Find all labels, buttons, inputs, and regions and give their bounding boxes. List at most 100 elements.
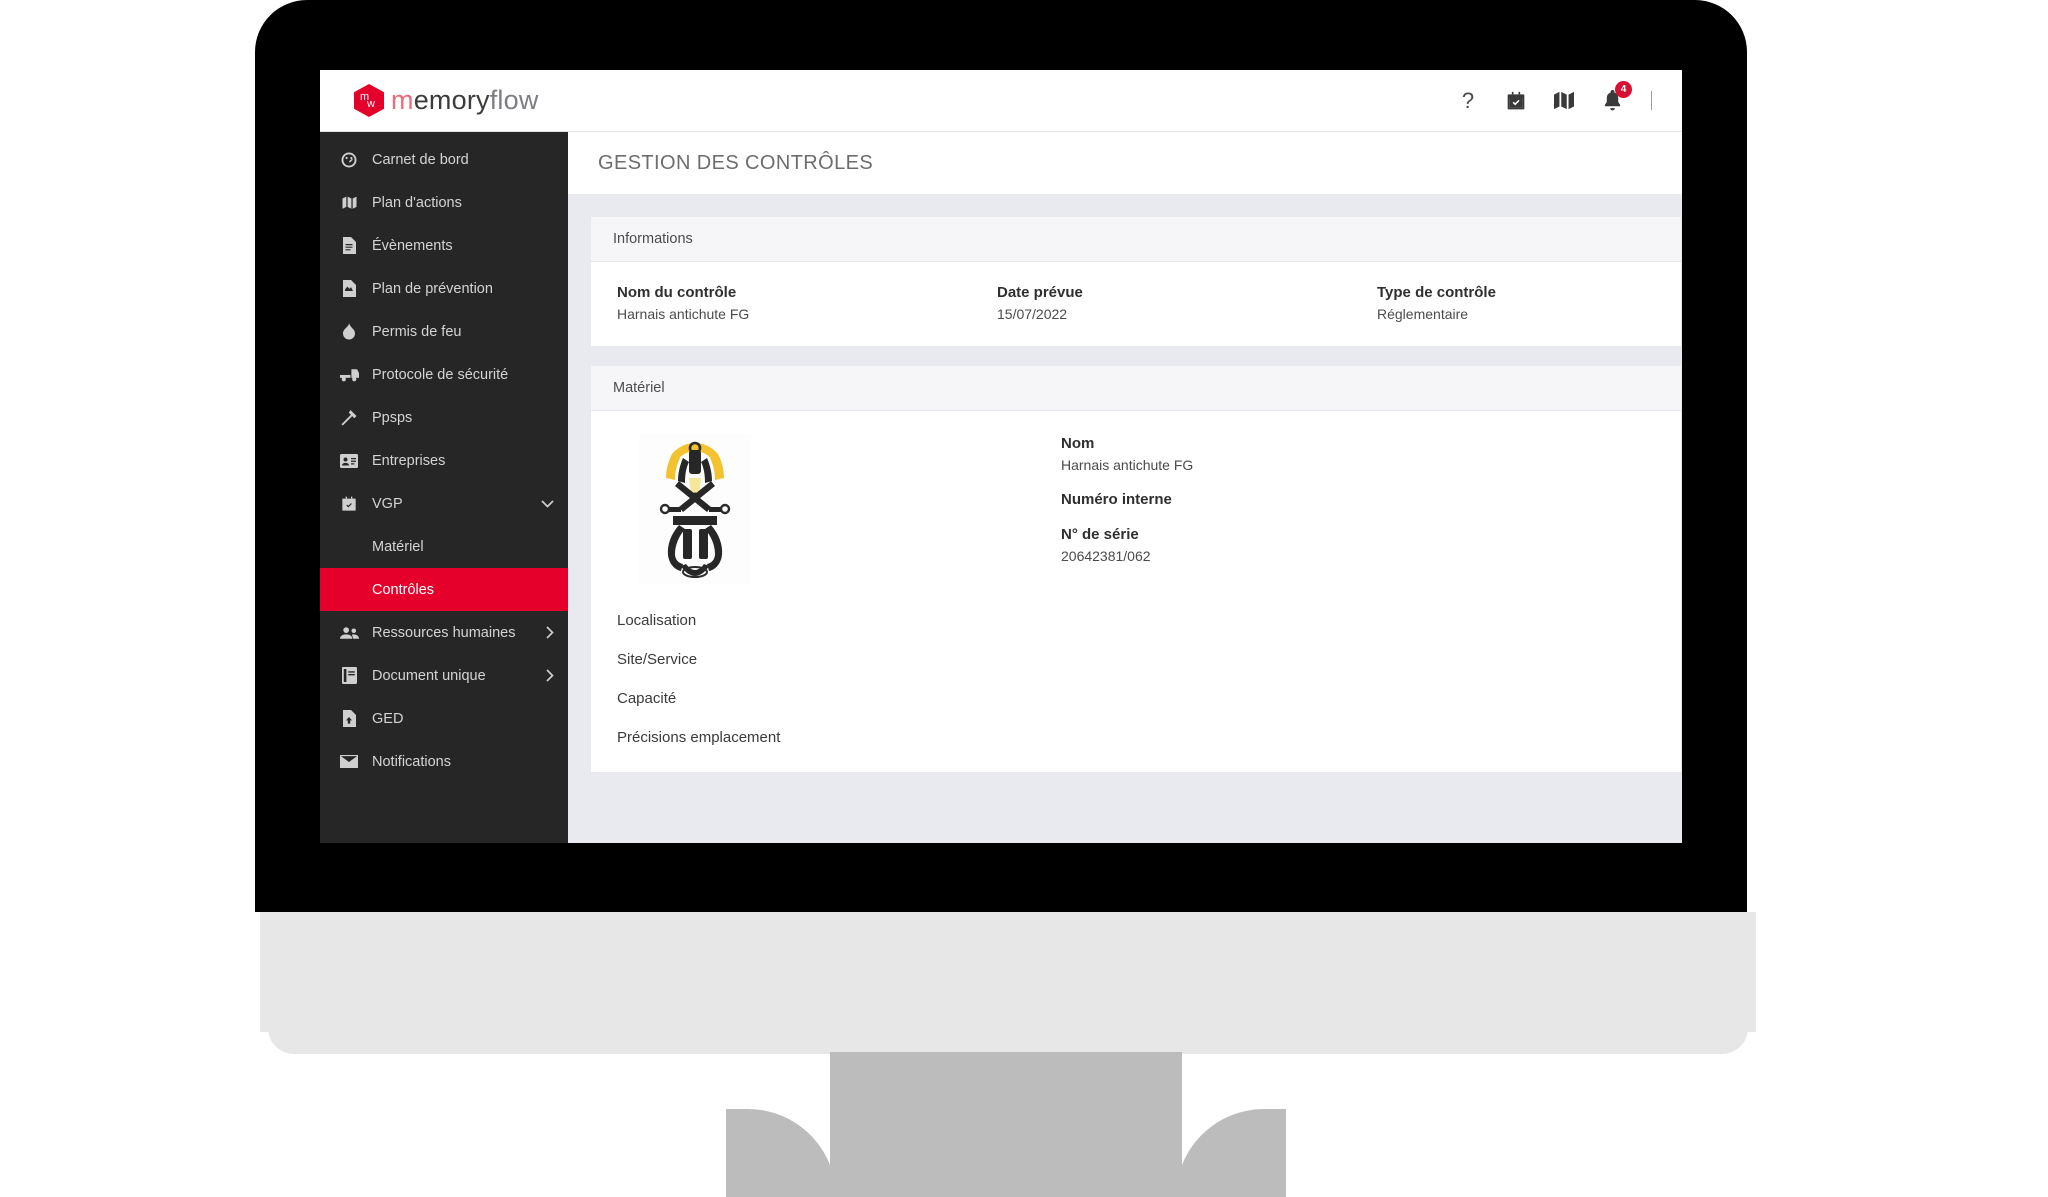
sidebar-item-label: Permis de feu [372, 323, 462, 340]
sidebar-item-label: Évènements [372, 237, 453, 254]
materiel-label-capacite: Capacité [617, 690, 677, 707]
sidebar-item-label: Entreprises [372, 452, 446, 469]
bell-icon[interactable]: 4 [1601, 80, 1632, 113]
users-icon [338, 626, 360, 640]
sidebar-item-label: Ppsps [372, 409, 413, 426]
sidebar-item-label: Carnet de bord [372, 151, 469, 168]
sidebar-item-label: Ressources humaines [372, 624, 516, 641]
map-icon [338, 196, 360, 210]
chevron-right-icon[interactable] [546, 626, 554, 639]
help-icon-glyph: ? [1461, 87, 1475, 113]
sidebar-item-label: Plan de prévention [372, 280, 493, 297]
truck-icon [338, 367, 360, 382]
sidebar-item-ged[interactable]: GED [320, 697, 568, 740]
book-icon [338, 667, 360, 684]
calendar-check-icon[interactable] [1505, 89, 1527, 113]
monitor-stand-foot [744, 1175, 1268, 1197]
materiel-label-precisions-emplacement: Précisions emplacement [617, 729, 781, 746]
top-bar-icons: ? 4 [1457, 80, 1682, 113]
sidebar-item-label: Plan d'actions [372, 194, 462, 211]
sidebar-subitem-label: Matériel [372, 538, 424, 555]
sidebar-item-document-unique[interactable]: Document unique [320, 654, 568, 697]
chevron-down-icon[interactable] [541, 499, 554, 508]
envelope-icon [338, 755, 360, 768]
materiel-field-numero-interne: Numéro interne [1061, 491, 1193, 508]
id-card-icon [338, 453, 360, 468]
calendar-check-icon [338, 496, 360, 512]
materiel-left-column: Localisation Site/Service Capacité Préci… [591, 429, 1061, 746]
field-value: Réglementaire [1377, 306, 1469, 322]
sidebar-item-controles[interactable]: Contrôles [320, 568, 568, 611]
sidebar-subitem-label: Contrôles [372, 581, 435, 598]
sidebar-item-carnet-de-bord[interactable]: Carnet de bord [320, 138, 568, 181]
card-body: Localisation Site/Service Capacité Préci… [591, 411, 1681, 772]
file-up-icon [338, 710, 360, 727]
informations-fields-row: Nom du contrôle Harnais antichute FG Dat… [591, 284, 1681, 322]
help-icon[interactable]: ? [1457, 89, 1479, 113]
card-body: Nom du contrôle Harnais antichute FG Dat… [591, 262, 1681, 346]
field-label: N° de série [1061, 526, 1139, 543]
sidebar-item-entreprises[interactable]: Entreprises [320, 439, 568, 482]
sidebar-item-ppsps[interactable]: Ppsps [320, 396, 568, 439]
field-value: Harnais antichute FG [1061, 457, 1194, 473]
top-bar: m w memoryflow ? 4 [320, 70, 1682, 132]
field-date-prevue: Date prévue 15/07/2022 [971, 284, 1351, 322]
field-value: 20642381/062 [1061, 548, 1151, 564]
field-nom-du-controle: Nom du contrôle Harnais antichute FG [591, 284, 971, 322]
hexagon-mw-logo-icon: m w [354, 84, 384, 117]
brand-logo[interactable]: m w memoryflow [320, 84, 539, 117]
document-icon [338, 237, 360, 254]
field-value: 15/07/2022 [997, 306, 1068, 322]
monitor-chin [260, 912, 1756, 1054]
sidebar-item-protocole-de-securite[interactable]: Protocole de sécurité [320, 353, 568, 396]
monitor-scene: m w memoryflow ? 4 Carnet de bord Plan d… [0, 0, 2048, 1197]
chevron-right-icon[interactable] [546, 669, 554, 682]
sidebar-item-vgp[interactable]: VGP [320, 482, 568, 525]
sidebar-item-materiel[interactable]: Matériel [320, 525, 568, 568]
sidebar-item-plan-de-prevention[interactable]: Plan de prévention [320, 267, 568, 310]
sidebar-item-plan-dactions[interactable]: Plan d'actions [320, 181, 568, 224]
page-header: GESTION DES CONTRÔLES [568, 132, 1682, 195]
materiel-right-column: Nom Harnais antichute FG Numéro interne … [1061, 429, 1193, 746]
sidebar-item-label: VGP [372, 495, 403, 512]
materiel-field-numero-de-serie: N° de série 20642381/062 [1061, 526, 1193, 564]
hammer-icon [338, 409, 360, 426]
logo-letter-w: w [367, 98, 375, 110]
map-icon[interactable] [1553, 89, 1575, 113]
materiel-label-site-service: Site/Service [617, 651, 698, 668]
application-screen: m w memoryflow ? 4 Carnet de bord Plan d… [320, 70, 1682, 843]
informations-card: Informations Nom du contrôle Harnais ant… [590, 217, 1682, 347]
notification-badge: 4 [1615, 80, 1632, 98]
dashboard-icon [338, 152, 360, 168]
field-label: Nom [1061, 435, 1095, 452]
sidebar-item-permis-de-feu[interactable]: Permis de feu [320, 310, 568, 353]
field-type-de-controle: Type de contrôle Réglementaire [1351, 284, 1496, 322]
sidebar-item-label: Protocole de sécurité [372, 366, 509, 383]
brand-name: memoryflow [391, 85, 539, 116]
field-value: Harnais antichute FG [617, 306, 750, 322]
brand-name-light: flow [489, 85, 539, 115]
field-label: Nom du contrôle [617, 284, 737, 301]
card-header: Matériel [591, 366, 1681, 411]
flame-icon [338, 323, 360, 340]
card-header: Informations [591, 217, 1681, 262]
materiel-label-localisation: Localisation [617, 612, 697, 629]
document-image-icon [338, 280, 360, 297]
content-area: Informations Nom du contrôle Harnais ant… [568, 195, 1682, 843]
safety-harness-photo [639, 434, 751, 584]
body-row: Carnet de bord Plan d'actions Évènements [320, 132, 1682, 843]
sidebar: Carnet de bord Plan d'actions Évènements [320, 132, 568, 843]
sidebar-item-ressources-humaines[interactable]: Ressources humaines [320, 611, 568, 654]
field-label: Numéro interne [1061, 491, 1172, 508]
field-label: Type de contrôle [1377, 284, 1496, 301]
sidebar-item-label: GED [372, 710, 404, 727]
top-bar-divider [1651, 91, 1652, 110]
sidebar-item-notifications[interactable]: Notifications [320, 740, 568, 783]
main-content: GESTION DES CONTRÔLES Informations Nom d… [568, 132, 1682, 843]
page-title: GESTION DES CONTRÔLES [598, 151, 874, 174]
materiel-field-nom: Nom Harnais antichute FG [1061, 435, 1193, 473]
sidebar-item-evenements[interactable]: Évènements [320, 224, 568, 267]
sidebar-item-label: Document unique [372, 667, 486, 684]
brand-name-dark: emory [413, 85, 490, 115]
field-label: Date prévue [997, 284, 1083, 301]
